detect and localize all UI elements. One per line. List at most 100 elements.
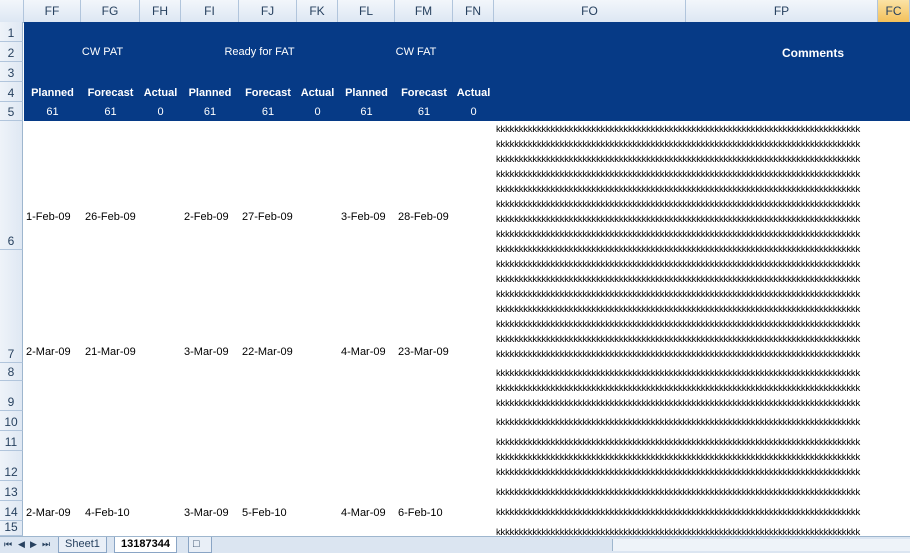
date-cell[interactable]: 3-Feb-09 [341, 211, 386, 223]
row-header-2[interactable]: 2 [0, 42, 23, 62]
comment-text-line: kkkkkkkkkkkkkkkkkkkkkkkkkkkkkkkkkkkkkkkk… [496, 244, 861, 255]
date-cell[interactable]: 28-Feb-09 [398, 211, 449, 223]
row-header-7[interactable]: 7 [0, 250, 23, 363]
next-sheet-icon[interactable]: ▶ [30, 539, 37, 550]
row-header-8[interactable]: 8 [0, 363, 23, 381]
date-cell[interactable]: 4-Mar-09 [341, 346, 386, 358]
group-ready-for-fat: Ready for FAT [224, 46, 295, 58]
comment-text-line: kkkkkkkkkkkkkkkkkkkkkkkkkkkkkkkkkkkkkkkk… [496, 349, 861, 360]
date-cell[interactable]: 26-Feb-09 [85, 211, 136, 223]
date-cell[interactable]: 2-Mar-09 [26, 507, 71, 519]
row-header-14[interactable]: 14 [0, 501, 23, 521]
row-header-13[interactable]: 13 [0, 481, 23, 501]
subhead-forecast: Forecast [87, 87, 134, 99]
column-header-ff[interactable]: FF [24, 0, 81, 22]
date-cell[interactable]: 22-Mar-09 [242, 346, 293, 358]
count-cell[interactable]: 61 [181, 106, 239, 118]
date-cell[interactable]: 27-Feb-09 [242, 211, 293, 223]
count-cell[interactable]: 0 [453, 106, 494, 118]
select-all-corner[interactable] [0, 0, 24, 22]
comment-text-line: kkkkkkkkkkkkkkkkkkkkkkkkkkkkkkkkkkkkkkkk… [496, 289, 861, 300]
comment-text-line: kkkkkkkkkkkkkkkkkkkkkkkkkkkkkkkkkkkkkkkk… [496, 368, 861, 379]
row-header-11[interactable]: 11 [0, 431, 23, 451]
row-header-12[interactable]: 12 [0, 451, 23, 481]
date-cell[interactable]: 1-Feb-09 [26, 211, 71, 223]
date-cell[interactable]: 5-Feb-10 [242, 507, 287, 519]
comment-text-line: kkkkkkkkkkkkkkkkkkkkkkkkkkkkkkkkkkkkkkkk… [496, 383, 861, 394]
subhead-actual: Actual [456, 87, 491, 99]
comment-text-line: kkkkkkkkkkkkkkkkkkkkkkkkkkkkkkkkkkkkkkkk… [496, 452, 861, 463]
date-cell[interactable]: 23-Mar-09 [398, 346, 449, 358]
comment-text-line: kkkkkkkkkkkkkkkkkkkkkkkkkkkkkkkkkkkkkkkk… [496, 199, 861, 210]
count-cell[interactable]: 61 [395, 106, 453, 118]
column-header-bar: FF FG FH FI FJ FK FL FM FN FO FP FC [0, 0, 910, 23]
comment-text-line: kkkkkkkkkkkkkkkkkkkkkkkkkkkkkkkkkkkkkkkk… [496, 154, 861, 165]
comment-text-line: kkkkkkkkkkkkkkkkkkkkkkkkkkkkkkkkkkkkkkkk… [496, 229, 861, 240]
subhead-forecast: Forecast [245, 87, 291, 99]
subhead-forecast: Forecast [401, 87, 447, 99]
column-header-fc[interactable]: FC [878, 0, 910, 22]
group-comments: Comments [781, 46, 844, 60]
column-header-fl[interactable]: FL [338, 0, 395, 22]
horizontal-scrollbar[interactable] [612, 539, 910, 551]
comment-text-line: kkkkkkkkkkkkkkkkkkkkkkkkkkkkkkkkkkkkkkkk… [496, 259, 861, 270]
comment-text-line: kkkkkkkkkkkkkkkkkkkkkkkkkkkkkkkkkkkkkkkk… [496, 437, 861, 448]
sheet-tab-13187344[interactable]: 13187344 [114, 537, 177, 553]
comment-text-line: kkkkkkkkkkkkkkkkkkkkkkkkkkkkkkkkkkkkkkkk… [496, 184, 861, 195]
column-header-fi[interactable]: FI [181, 0, 239, 22]
date-cell[interactable]: 4-Mar-09 [341, 507, 386, 519]
comment-text-line: kkkkkkkkkkkkkkkkkkkkkkkkkkkkkkkkkkkkkkkk… [496, 304, 861, 315]
date-cell[interactable]: 3-Mar-09 [184, 346, 229, 358]
comment-text-line: kkkkkkkkkkkkkkkkkkkkkkkkkkkkkkkkkkkkkkkk… [496, 214, 861, 225]
row-header-6[interactable]: 6 [0, 121, 23, 250]
subhead-planned: Planned [188, 87, 232, 99]
comment-text-line: kkkkkkkkkkkkkkkkkkkkkkkkkkkkkkkkkkkkkkkk… [496, 487, 861, 498]
first-sheet-icon[interactable]: ⏮ [4, 539, 12, 550]
date-cell[interactable]: 6-Feb-10 [398, 507, 443, 519]
sheet-tab-sheet1[interactable]: Sheet1 [58, 537, 107, 553]
subhead-actual: Actual [143, 87, 178, 99]
comment-text-line: kkkkkkkkkkkkkkkkkkkkkkkkkkkkkkkkkkkkkkkk… [496, 334, 861, 345]
row-header-5[interactable]: 5 [0, 102, 23, 121]
count-cell[interactable]: 0 [140, 106, 181, 118]
column-header-fm[interactable]: FM [395, 0, 453, 22]
row-header-15[interactable]: 15 [0, 520, 23, 536]
row-header-10[interactable]: 10 [0, 411, 23, 431]
count-cell[interactable]: 61 [338, 106, 395, 118]
date-cell[interactable]: 4-Feb-10 [85, 507, 130, 519]
column-header-fg[interactable]: FG [81, 0, 140, 22]
subhead-planned: Planned [31, 87, 74, 99]
column-header-fk[interactable]: FK [297, 0, 338, 22]
date-cell[interactable]: 2-Feb-09 [184, 211, 229, 223]
count-cell[interactable]: 0 [297, 106, 338, 118]
last-sheet-icon[interactable]: ⏭ [42, 539, 50, 550]
comment-text-line: kkkkkkkkkkkkkkkkkkkkkkkkkkkkkkkkkkkkkkkk… [496, 398, 861, 409]
row-header-4[interactable]: 4 [0, 82, 23, 102]
column-header-fp[interactable]: FP [686, 0, 878, 22]
date-cell[interactable]: 2-Mar-09 [26, 346, 71, 358]
count-cell[interactable]: 61 [239, 106, 297, 118]
comment-text-line: kkkkkkkkkkkkkkkkkkkkkkkkkkkkkkkkkkkkkkkk… [496, 169, 861, 180]
sheet-tab-bar: ⏮ ◀ ▶ ⏭ Sheet1 13187344 □ [0, 536, 910, 553]
column-header-fn[interactable]: FN [453, 0, 494, 22]
count-cell[interactable]: 61 [24, 106, 81, 118]
comment-text-line: kkkkkkkkkkkkkkkkkkkkkkkkkkkkkkkkkkkkkkkk… [496, 417, 861, 428]
insert-sheet-icon[interactable]: □ [188, 537, 212, 553]
subhead-actual: Actual [300, 87, 335, 99]
date-cell[interactable]: 3-Mar-09 [184, 507, 229, 519]
comment-text-line: kkkkkkkkkkkkkkkkkkkkkkkkkkkkkkkkkkkkkkkk… [496, 139, 861, 150]
column-header-fo[interactable]: FO [494, 0, 686, 22]
prev-sheet-icon[interactable]: ◀ [18, 539, 25, 550]
comment-text-line: kkkkkkkkkkkkkkkkkkkkkkkkkkkkkkkkkkkkkkkk… [496, 507, 861, 518]
column-header-fh[interactable]: FH [140, 0, 181, 22]
row-header-9[interactable]: 9 [0, 381, 23, 411]
group-cw-pat: CW PAT [81, 46, 124, 58]
column-header-fj[interactable]: FJ [239, 0, 297, 22]
comment-text-line: kkkkkkkkkkkkkkkkkkkkkkkkkkkkkkkkkkkkkkkk… [496, 124, 861, 135]
group-cw-fat: CW FAT [395, 46, 437, 58]
comment-text-line: kkkkkkkkkkkkkkkkkkkkkkkkkkkkkkkkkkkkkkkk… [496, 274, 861, 285]
row-header-1[interactable]: 1 [0, 22, 23, 42]
count-cell[interactable]: 61 [81, 106, 140, 118]
row-header-3[interactable]: 3 [0, 62, 23, 82]
date-cell[interactable]: 21-Mar-09 [85, 346, 136, 358]
